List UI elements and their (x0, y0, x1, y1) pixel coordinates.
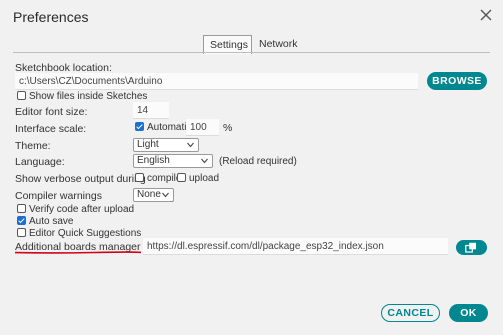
upload-checkbox-box[interactable] (177, 172, 186, 182)
verbose-output-label: Show verbose output during (15, 173, 146, 185)
chevron-down-icon (162, 192, 169, 198)
quick-suggestions-checkbox-box[interactable] (17, 227, 26, 237)
sketchbook-location-input[interactable] (15, 73, 418, 90)
verify-code-checkbox[interactable]: Verify code after upload (17, 203, 135, 215)
cancel-button[interactable]: CANCEL (381, 304, 440, 322)
theme-label: Theme: (15, 140, 51, 152)
chevron-down-icon (201, 158, 208, 164)
verbose-upload-checkbox[interactable]: upload (177, 172, 220, 184)
automatic-label: Automatic (147, 122, 192, 133)
show-files-label: Show files inside Sketches (29, 91, 148, 102)
show-files-checkbox[interactable]: Show files inside Sketches (17, 90, 148, 102)
ok-button[interactable]: OK (449, 304, 488, 322)
compile-checkbox-box[interactable] (135, 172, 144, 182)
verify-label: Verify code after upload (29, 204, 135, 215)
auto-save-checkbox[interactable]: Auto save (17, 215, 74, 227)
reload-required-note: (Reload required) (219, 156, 297, 167)
theme-selected-value: Light (137, 139, 159, 150)
theme-select[interactable]: Light (133, 138, 199, 152)
close-icon[interactable] (479, 8, 493, 22)
editor-font-size-input[interactable] (133, 102, 169, 119)
annotation-underline (14, 251, 142, 254)
tabs-divider (13, 52, 490, 53)
open-window-icon (465, 242, 476, 253)
auto-save-label: Auto save (29, 216, 74, 227)
browse-button[interactable]: BROWSE (427, 72, 487, 90)
verify-checkbox-box[interactable] (17, 203, 26, 213)
interface-scale-unit: % (223, 122, 233, 134)
quick-suggestions-checkbox[interactable]: Editor Quick Suggestions (17, 227, 142, 239)
quick-suggestions-label: Editor Quick Suggestions (29, 228, 142, 239)
compiler-warnings-select[interactable]: None (133, 188, 174, 202)
edit-urls-button[interactable] (456, 240, 487, 255)
verbose-compile-checkbox[interactable]: compile (135, 172, 181, 184)
interface-scale-input[interactable] (186, 119, 219, 136)
automatic-checkbox-box[interactable] (135, 121, 144, 131)
interface-scale-label: Interface scale: (15, 123, 87, 135)
compiler-warnings-label: Compiler warnings (15, 190, 102, 202)
language-select[interactable]: English (133, 154, 213, 168)
interface-scale-automatic-checkbox[interactable]: Automatic (135, 121, 192, 133)
editor-font-size-label: Editor font size: (15, 106, 88, 118)
dialog-title: Preferences (13, 9, 89, 25)
show-files-checkbox-box[interactable] (17, 90, 26, 100)
tab-network[interactable]: Network (253, 35, 304, 53)
compiler-warnings-selected-value: None (137, 189, 161, 200)
upload-label: upload (189, 173, 220, 184)
language-selected-value: English (137, 155, 170, 166)
auto-save-checkbox-box[interactable] (17, 215, 26, 225)
boards-manager-urls-input[interactable] (143, 238, 448, 255)
chevron-down-icon (187, 142, 194, 148)
language-label: Language: (15, 156, 65, 168)
